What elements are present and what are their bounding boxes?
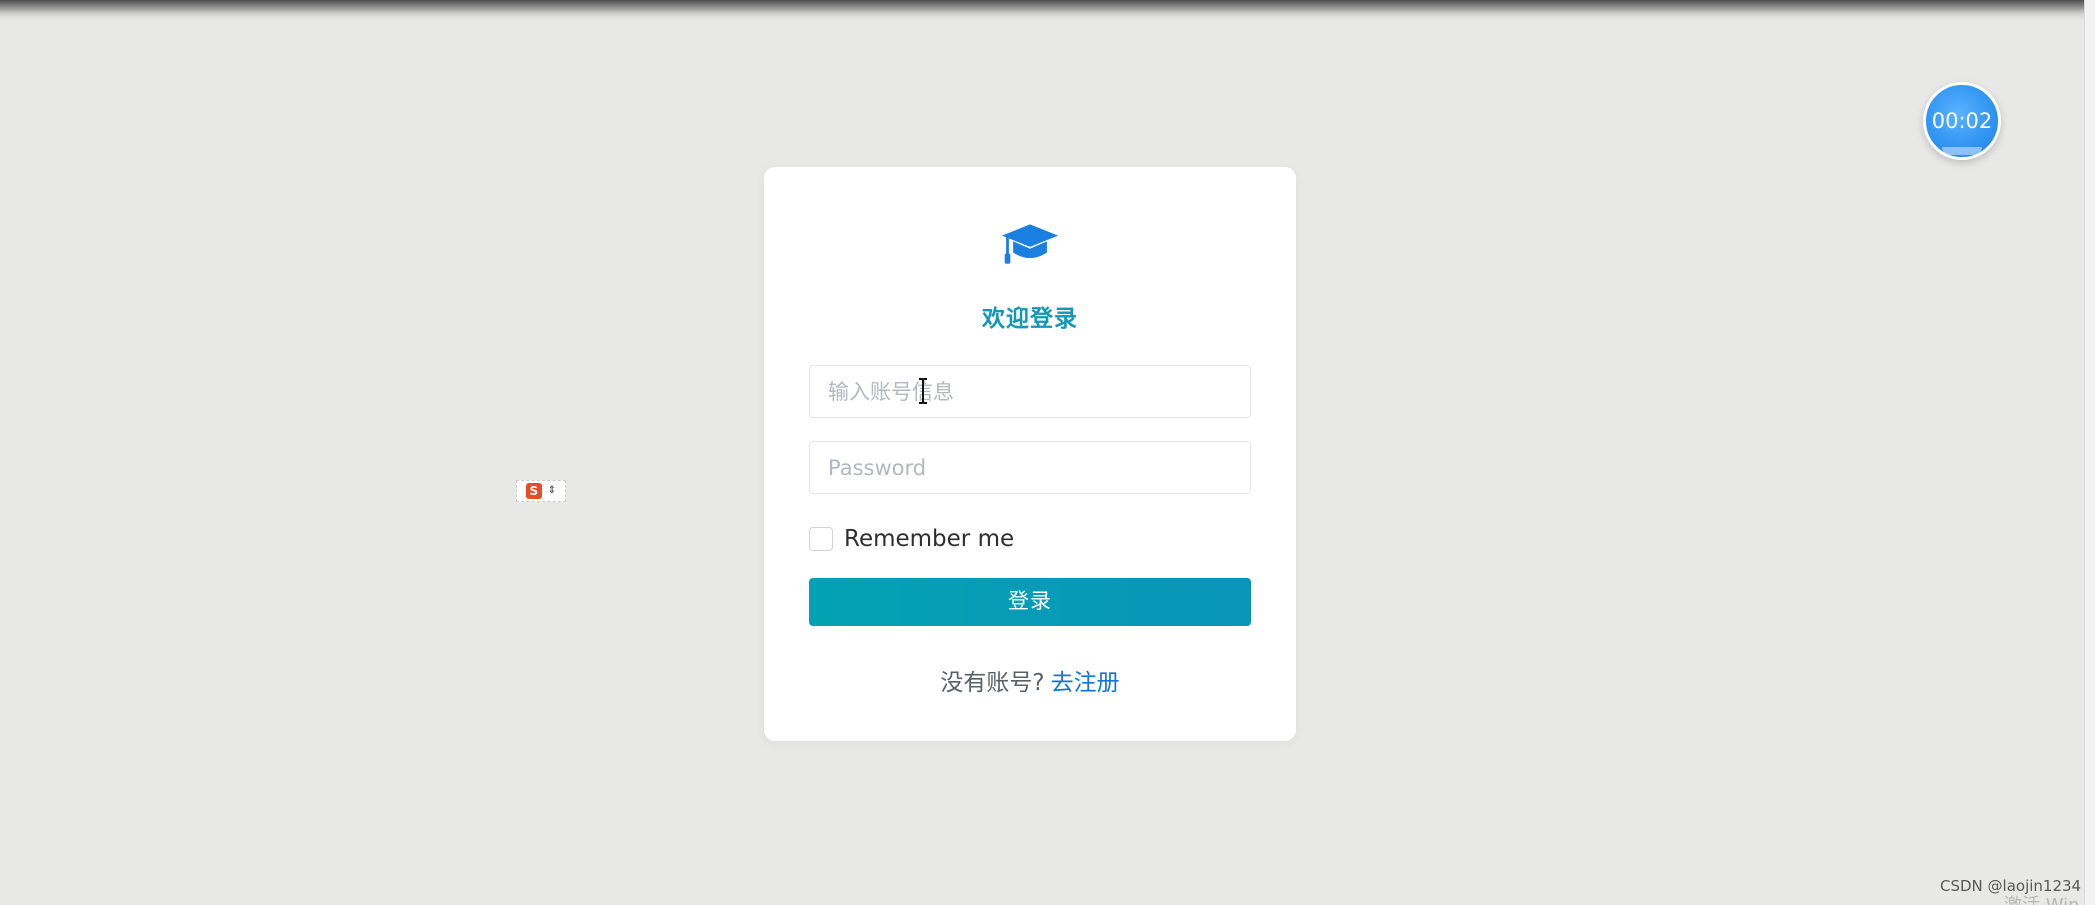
window-edge [2084,0,2095,905]
timer-bubble[interactable]: 00:02 [1923,82,2001,160]
s-logo-icon[interactable]: S [525,483,542,499]
text-cursor-icon [919,378,927,404]
remember-me-row[interactable]: Remember me [809,524,1014,554]
browser-top-shadow [0,0,2095,20]
signup-link[interactable]: 去注册 [1051,670,1120,696]
login-button[interactable]: 登录 [809,578,1251,626]
account-input[interactable] [810,366,1250,417]
login-card: 欢迎登录 Remember me 登录 没有账号?去注册 [764,167,1296,741]
login-title: 欢迎登录 [982,306,1078,332]
timer-display: 00:02 [1931,109,1993,133]
signup-prompt: 没有账号? [940,670,1045,696]
password-input[interactable] [810,442,1250,493]
remember-me-label[interactable]: Remember me [844,526,1014,552]
floating-mini-toolbar[interactable]: S ⇕ [516,480,566,502]
password-field[interactable] [809,441,1251,494]
account-field[interactable] [809,365,1251,418]
graduation-cap-icon [1001,224,1059,264]
signup-row: 没有账号? 去注册 [764,663,1296,697]
system-activation-overlay: 激活 Win [2004,891,2080,905]
up-down-arrow-icon[interactable]: ⇕ [548,486,556,496]
remember-me-checkbox[interactable] [809,527,833,551]
